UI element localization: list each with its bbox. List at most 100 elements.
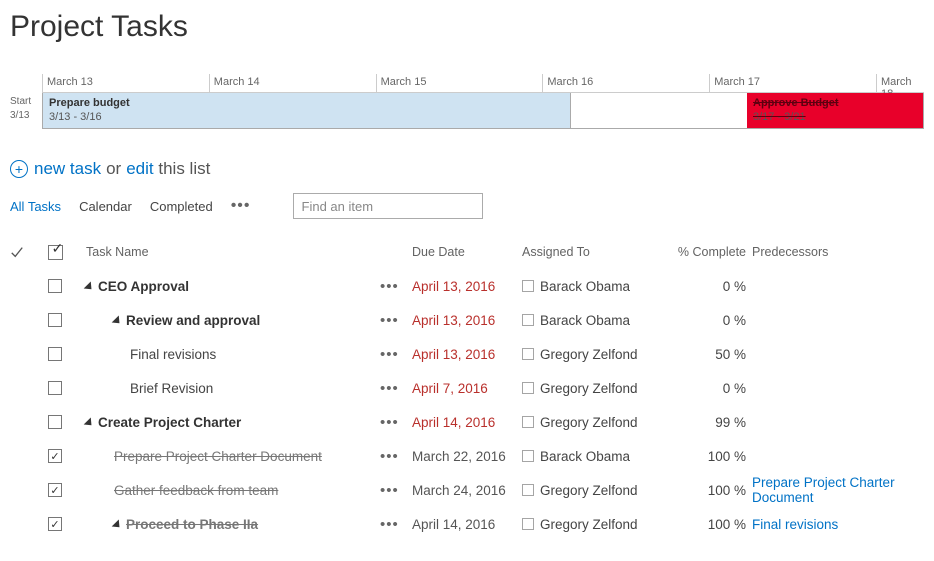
table-row[interactable]: Brief Revision•••April 7, 2016Gregory Ze… (10, 371, 924, 405)
percent-complete: 99 % (662, 415, 752, 430)
search-input[interactable] (300, 198, 480, 215)
views-row: All Tasks Calendar Completed ••• (10, 193, 924, 219)
percent-complete: 50 % (662, 347, 752, 362)
col-predecessors[interactable]: Predecessors (752, 245, 934, 259)
expand-caret-icon[interactable] (112, 519, 123, 530)
predecessor-link[interactable]: Prepare Project Charter Document (752, 475, 934, 505)
assigned-to[interactable]: Gregory Zelfond (522, 517, 662, 532)
timeline-tick: March 15 (376, 74, 543, 92)
percent-complete: 0 % (662, 313, 752, 328)
view-all-tasks[interactable]: All Tasks (10, 199, 61, 214)
task-checkbox[interactable] (48, 415, 62, 429)
table-row[interactable]: Create Project Charter•••April 14, 2016G… (10, 405, 924, 439)
task-name[interactable]: CEO Approval (70, 279, 380, 294)
due-date: March 24, 2016 (412, 483, 522, 498)
predecessor-link[interactable]: Final revisions (752, 517, 934, 532)
task-checkbox[interactable] (48, 313, 62, 327)
row-menu-icon[interactable]: ••• (380, 517, 412, 532)
table-row[interactable]: ✓ Proceed to Phase IIa•••April 14, 2016Gr… (10, 507, 924, 541)
percent-complete: 100 % (662, 517, 752, 532)
timeline-scale: March 13 March 14 March 15 March 16 Marc… (42, 74, 924, 93)
person-checkbox[interactable] (522, 450, 534, 462)
person-checkbox[interactable] (522, 348, 534, 360)
task-checkbox[interactable]: ✓ (48, 449, 62, 463)
due-date: April 13, 2016 (412, 347, 522, 362)
person-checkbox[interactable] (522, 484, 534, 496)
percent-complete: 100 % (662, 483, 752, 498)
new-task-link[interactable]: new task (34, 159, 101, 179)
expand-caret-icon[interactable] (112, 315, 123, 326)
view-completed[interactable]: Completed (150, 199, 213, 214)
table-row[interactable]: CEO Approval•••April 13, 2016Barack Obam… (10, 269, 924, 303)
plus-icon[interactable]: + (10, 160, 28, 178)
task-checkbox[interactable]: ✓ (48, 517, 62, 531)
person-checkbox[interactable] (522, 314, 534, 326)
due-date: April 14, 2016 (412, 517, 522, 532)
views-more-icon[interactable]: ••• (231, 198, 251, 214)
person-checkbox[interactable] (522, 280, 534, 292)
assigned-to[interactable]: Barack Obama (522, 449, 662, 464)
assigned-to[interactable]: Barack Obama (522, 279, 662, 294)
task-name[interactable]: Proceed to Phase IIa (70, 517, 380, 532)
table-row[interactable]: ✓ Prepare Project Charter Document•••Marc… (10, 439, 924, 473)
assigned-to[interactable]: Gregory Zelfond (522, 483, 662, 498)
table-row[interactable]: Final revisions•••April 13, 2016Gregory … (10, 337, 924, 371)
checkbox-check-icon (48, 245, 63, 260)
row-menu-icon[interactable]: ••• (380, 449, 412, 464)
person-checkbox[interactable] (522, 382, 534, 394)
task-checkbox[interactable] (48, 381, 62, 395)
row-menu-icon[interactable]: ••• (380, 279, 412, 294)
timeline-bar-prepare-budget[interactable]: Prepare budget 3/13 - 3/16 (43, 93, 571, 128)
task-name[interactable]: Gather feedback from team (70, 483, 380, 498)
row-menu-icon[interactable]: ••• (380, 381, 412, 396)
view-calendar[interactable]: Calendar (79, 199, 132, 214)
row-menu-icon[interactable]: ••• (380, 415, 412, 430)
row-menu-icon[interactable]: ••• (380, 313, 412, 328)
task-checkbox[interactable] (48, 347, 62, 361)
row-menu-icon[interactable]: ••• (380, 347, 412, 362)
due-date: April 14, 2016 (412, 415, 522, 430)
table-row[interactable]: Review and approval•••April 13, 2016Bara… (10, 303, 924, 337)
col-due-date[interactable]: Due Date (412, 245, 522, 259)
col-assigned-to[interactable]: Assigned To (522, 245, 662, 259)
assigned-to[interactable]: Barack Obama (522, 313, 662, 328)
timeline-bar-approve-budget[interactable]: Approve Budget 3/17 - 3/21 (747, 93, 923, 128)
col-percent-complete[interactable]: % Complete (662, 245, 752, 259)
timeline-start-label: Start 3/13 (10, 93, 42, 129)
select-all-header[interactable] (10, 245, 40, 259)
timeline-tick: March 16 (542, 74, 709, 92)
timeline: March 13 March 14 March 15 March 16 Marc… (10, 74, 924, 129)
person-checkbox[interactable] (522, 416, 534, 428)
task-checkbox[interactable]: ✓ (48, 483, 62, 497)
due-date: March 22, 2016 (412, 449, 522, 464)
page-title: Project Tasks (10, 10, 924, 44)
task-checkbox[interactable] (48, 279, 62, 293)
task-name[interactable]: Review and approval (70, 313, 380, 328)
expand-caret-icon[interactable] (84, 417, 95, 428)
timeline-tick: March 13 (42, 74, 209, 92)
task-name[interactable]: Final revisions (70, 347, 380, 362)
task-name[interactable]: Prepare Project Charter Document (70, 449, 380, 464)
this-list-text: this list (158, 159, 210, 179)
completed-column-header[interactable] (40, 245, 70, 260)
person-checkbox[interactable] (522, 518, 534, 530)
percent-complete: 100 % (662, 449, 752, 464)
expand-caret-icon[interactable] (84, 281, 95, 292)
edit-link[interactable]: edit (126, 159, 153, 179)
assigned-to[interactable]: Gregory Zelfond (522, 415, 662, 430)
row-menu-icon[interactable]: ••• (380, 483, 412, 498)
task-name[interactable]: Create Project Charter (70, 415, 380, 430)
timeline-tick: March 14 (209, 74, 376, 92)
table-row[interactable]: ✓ Gather feedback from team•••March 24, 2… (10, 473, 924, 507)
assigned-to[interactable]: Gregory Zelfond (522, 347, 662, 362)
assigned-to[interactable]: Gregory Zelfond (522, 381, 662, 396)
or-text: or (106, 159, 121, 179)
percent-complete: 0 % (662, 381, 752, 396)
search-box[interactable] (293, 193, 483, 219)
due-date: April 13, 2016 (412, 279, 522, 294)
col-task-name[interactable]: Task Name (70, 245, 380, 259)
check-icon (10, 245, 24, 259)
task-name[interactable]: Brief Revision (70, 381, 380, 396)
table-header: Task Name Due Date Assigned To % Complet… (10, 235, 924, 269)
due-date: April 13, 2016 (412, 313, 522, 328)
